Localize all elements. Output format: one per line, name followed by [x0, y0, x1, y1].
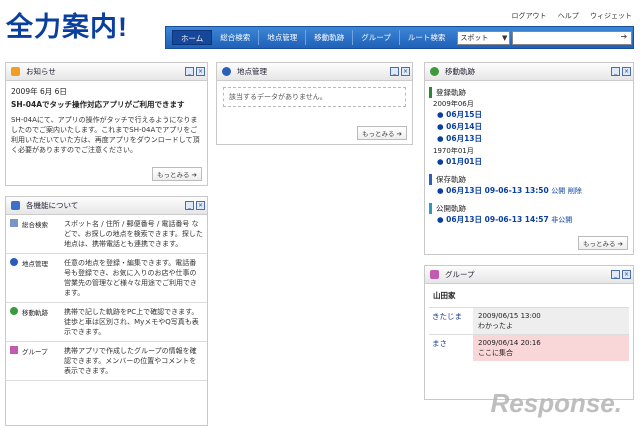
- minimize-icon[interactable]: _: [185, 201, 194, 210]
- features-panel: 各機能について _ × 総合検索 スポット名 / 住所 / 郵便番号 / 電話番…: [5, 196, 208, 426]
- feature-label[interactable]: 地点管理: [22, 258, 48, 268]
- message-text: わかったよ: [478, 322, 513, 330]
- close-icon[interactable]: ×: [622, 270, 631, 279]
- top-links: ログアウト ヘルプ ウィジェット: [503, 11, 632, 21]
- nav-search[interactable]: 総合検索: [212, 30, 260, 45]
- news-title: お知らせ: [26, 67, 56, 76]
- feature-desc: 携帯で記した軌跡をPC上で確認できます。徒歩と車は区別され、MyメモやQ写真も表…: [64, 308, 199, 336]
- feature-label[interactable]: グループ: [22, 346, 48, 356]
- features-header: 各機能について _ ×: [6, 197, 207, 215]
- minimize-icon[interactable]: _: [185, 67, 194, 76]
- logout-link[interactable]: ログアウト: [512, 12, 547, 20]
- group-icon: [430, 270, 439, 279]
- track-day-link[interactable]: ● 06月14日: [437, 121, 633, 133]
- news-headline: SH-04Aでタッチ操作対応アプリがご利用できます: [11, 100, 185, 109]
- public-toggle[interactable]: 公開: [551, 187, 565, 195]
- message-author[interactable]: まさ: [429, 335, 473, 361]
- public-track-link[interactable]: ● 06月13日 09-06-13 14:57 非公開: [437, 214, 633, 226]
- feature-row: グループ 携帯アプリで作成したグループの情報を確認できます。メンバーの位置やコメ…: [6, 342, 207, 381]
- group-header: グループ _ ×: [425, 266, 633, 284]
- news-more-button[interactable]: もっとみる ➔: [151, 167, 202, 181]
- news-date: 2009年 6月 6日: [11, 87, 67, 96]
- message-text: ここに集合: [478, 349, 513, 357]
- close-icon[interactable]: ×: [622, 67, 631, 76]
- spots-empty-message: 該当するデータがありません。: [223, 87, 406, 107]
- tracks-more-button[interactable]: もっとみる ➔: [577, 236, 628, 250]
- group-message: まさ 2009/06/14 20:16 ここに集合: [429, 334, 629, 361]
- track-icon: [10, 307, 18, 315]
- tracks-header: 移動軌跡 _ ×: [425, 63, 633, 81]
- widget-link[interactable]: ウィジェット: [590, 12, 632, 20]
- feature-desc: スポット名 / 住所 / 郵便番号 / 電話番号 などで、お探しの地点を検索でき…: [64, 220, 203, 248]
- public-tracks-heading: 公開軌跡: [429, 203, 633, 214]
- nav-home[interactable]: ホーム: [172, 30, 213, 45]
- search-icon: [10, 219, 18, 227]
- track-icon: [430, 67, 439, 76]
- minimize-icon[interactable]: _: [611, 270, 620, 279]
- info-icon: [11, 201, 20, 210]
- feature-row: 地点管理 任意の地点を登録・編集できます。電話番号も登録でき、お気に入りのお店や…: [6, 254, 207, 303]
- message-time: 2009/06/14 20:16: [478, 339, 541, 347]
- track-day-link[interactable]: ● 06月15日: [437, 109, 633, 121]
- chevron-down-icon: ▼: [501, 33, 508, 42]
- group-name[interactable]: 山田家: [425, 284, 633, 307]
- help-link[interactable]: ヘルプ: [558, 12, 579, 20]
- private-toggle[interactable]: 非公開: [551, 216, 572, 224]
- close-icon[interactable]: ×: [196, 67, 205, 76]
- saved-tracks-heading: 保存軌跡: [429, 174, 633, 185]
- feature-label[interactable]: 総合検索: [22, 219, 48, 229]
- watermark-logo: Response.: [490, 388, 623, 418]
- search-input[interactable]: ➔: [512, 30, 633, 45]
- nav-group[interactable]: グループ: [353, 30, 400, 45]
- minimize-icon[interactable]: _: [611, 67, 620, 76]
- group-icon: [10, 346, 18, 354]
- spots-title: 地点管理: [237, 67, 267, 76]
- track-month: 2009年06月: [433, 100, 474, 108]
- spots-header: 地点管理 _ ×: [217, 63, 412, 81]
- tracks-title: 移動軌跡: [445, 67, 475, 76]
- speaker-icon: [11, 67, 20, 76]
- tracks-panel: 移動軌跡 _ × 登録軌跡 2009年06月 ● 06月15日 ● 06月14日…: [424, 62, 634, 255]
- registered-tracks-heading: 登録軌跡: [429, 87, 633, 98]
- group-panel: グループ _ × 山田家 きたじま 2009/06/15 13:00 わかったよ …: [424, 265, 634, 400]
- spots-more-button[interactable]: もっとみる ➔: [356, 126, 407, 140]
- app-logo[interactable]: 全力案内!: [6, 5, 128, 44]
- nav-tracks[interactable]: 移動軌跡: [306, 30, 354, 45]
- delete-button[interactable]: 削除: [568, 187, 582, 195]
- message-author[interactable]: きたじま: [429, 308, 473, 334]
- group-title: グループ: [445, 270, 475, 279]
- track-day-link[interactable]: ● 06月13日: [437, 133, 633, 145]
- feature-label[interactable]: 移動軌跡: [22, 307, 48, 317]
- close-icon[interactable]: ×: [401, 67, 410, 76]
- pin-icon: [222, 67, 231, 76]
- minimize-icon[interactable]: _: [390, 67, 399, 76]
- search-go-icon[interactable]: ➔: [621, 32, 628, 41]
- search-type-value: スポット: [460, 33, 489, 42]
- feature-desc: 携帯アプリで作成したグループの情報を確認できます。メンバーの位置やコメントを表示…: [64, 347, 197, 375]
- group-message: きたじま 2009/06/15 13:00 わかったよ: [429, 307, 629, 334]
- feature-row: 総合検索 スポット名 / 住所 / 郵便番号 / 電話番号 などで、お探しの地点…: [6, 215, 207, 254]
- track-month: 1970年01月: [433, 147, 474, 155]
- saved-track-link[interactable]: ● 06月13日 09-06-13 13:50 公開 削除: [437, 185, 633, 197]
- feature-desc: 任意の地点を登録・編集できます。電話番号も登録でき、お気に入りのお店や仕事の営業…: [64, 259, 197, 297]
- search-type-select[interactable]: スポット ▼: [457, 30, 511, 45]
- nav-route[interactable]: ルート検索: [400, 30, 454, 45]
- news-body: SH-04Aにて、アプリの操作がタッチで行えるようになりましたのでご案内いたしま…: [11, 116, 200, 154]
- feature-row: 移動軌跡 携帯で記した軌跡をPC上で確認できます。徒歩と車は区別され、Myメモや…: [6, 303, 207, 342]
- news-panel: お知らせ _ × 2009年 6月 6日 SH-04Aでタッチ操作対応アプリがご…: [5, 62, 208, 186]
- features-title: 各機能について: [26, 201, 79, 210]
- message-time: 2009/06/15 13:00: [478, 312, 541, 320]
- spots-panel: 地点管理 _ × 該当するデータがありません。 もっとみる ➔: [216, 62, 413, 145]
- track-day-link[interactable]: ● 01月01日: [437, 156, 633, 168]
- nav-spots[interactable]: 地点管理: [259, 30, 307, 45]
- main-nav: ホーム 総合検索 地点管理 移動軌跡 グループ ルート検索 スポット ▼ ➔: [165, 26, 634, 49]
- close-icon[interactable]: ×: [196, 201, 205, 210]
- pin-icon: [10, 258, 18, 266]
- news-header: お知らせ _ ×: [6, 63, 207, 81]
